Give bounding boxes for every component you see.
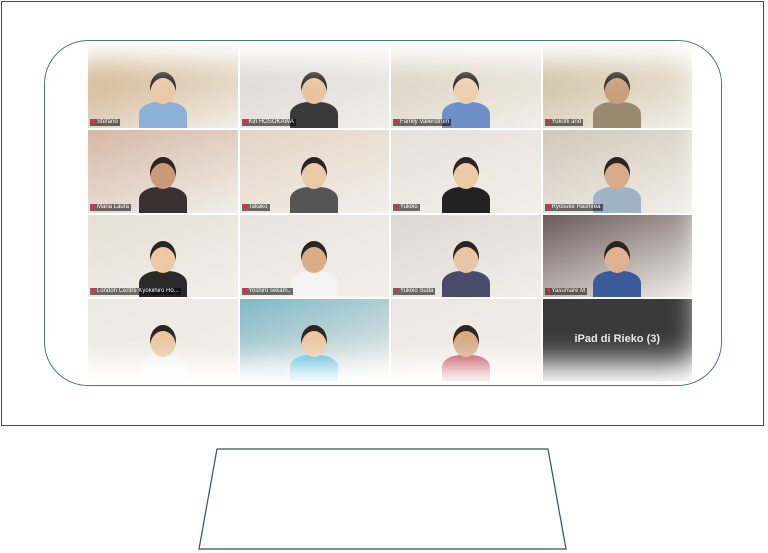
monitor-stand [198, 448, 567, 550]
monitor-base [198, 448, 567, 550]
